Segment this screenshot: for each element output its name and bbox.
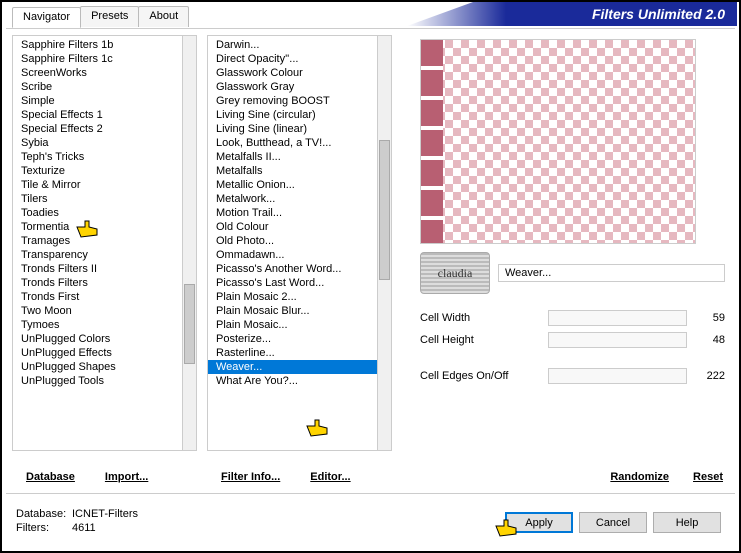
list-item[interactable]: Two Moon <box>13 304 196 318</box>
list-item[interactable]: Grey removing BOOST <box>208 94 391 108</box>
scroll-thumb[interactable] <box>379 140 390 280</box>
list-item[interactable]: Special Effects 1 <box>13 108 196 122</box>
list-item[interactable]: Darwin... <box>208 38 391 52</box>
list-item[interactable]: Tronds First <box>13 290 196 304</box>
list-item[interactable]: Tymoes <box>13 318 196 332</box>
list-item[interactable]: Direct Opacity''... <box>208 52 391 66</box>
filter-name-field[interactable]: Weaver... <box>498 264 725 282</box>
list-item[interactable]: Metalwork... <box>208 192 391 206</box>
footer-bar: Database:ICNET-Filters Filters:4611 Appl… <box>6 493 735 547</box>
tab-navigator[interactable]: Navigator <box>12 7 81 28</box>
filter-list-column: Darwin... Direct Opacity''... Glasswork … <box>201 35 396 491</box>
list-item[interactable]: UnPlugged Tools <box>13 374 196 388</box>
list-item[interactable]: Metalfalls <box>208 164 391 178</box>
watermark-badge: claudia <box>420 252 490 294</box>
list-item[interactable]: UnPlugged Effects <box>13 346 196 360</box>
preview-image <box>420 39 696 244</box>
slider-track[interactable] <box>548 332 687 348</box>
list-item[interactable]: Tilers <box>13 192 196 206</box>
slider-track[interactable] <box>548 368 687 384</box>
list-item[interactable]: Transparency <box>13 248 196 262</box>
list-item[interactable]: UnPlugged Colors <box>13 332 196 346</box>
list-item[interactable]: Living Sine (circular) <box>208 108 391 122</box>
list-item[interactable]: Motion Trail... <box>208 206 391 220</box>
list-item[interactable]: What Are You?... <box>208 374 391 388</box>
slider-cell-width[interactable]: Cell Width 59 <box>420 310 725 326</box>
list-item[interactable]: Tormentia <box>13 220 196 234</box>
category-list-column: Sapphire Filters 1b Sapphire Filters 1c … <box>6 35 201 491</box>
reset-link[interactable]: Reset <box>693 471 723 483</box>
list-item[interactable]: Rasterline... <box>208 346 391 360</box>
list-item[interactable]: Metalfalls II... <box>208 150 391 164</box>
list-item[interactable]: Look, Butthead, a TV!... <box>208 136 391 150</box>
apply-button[interactable]: Apply <box>505 512 573 533</box>
list-item[interactable]: Metallic Onion... <box>208 178 391 192</box>
slider-value: 59 <box>695 312 725 324</box>
footer-info: Database:ICNET-Filters Filters:4611 <box>16 507 138 535</box>
scrollbar[interactable] <box>377 35 392 451</box>
category-listbox[interactable]: Sapphire Filters 1b Sapphire Filters 1c … <box>12 35 197 451</box>
tab-about[interactable]: About <box>138 6 189 27</box>
slider-cell-height[interactable]: Cell Height 48 <box>420 332 725 348</box>
list-item[interactable]: Glasswork Gray <box>208 80 391 94</box>
scroll-thumb[interactable] <box>184 284 195 364</box>
list-item[interactable]: Tronds Filters II <box>13 262 196 276</box>
scrollbar[interactable] <box>182 35 197 451</box>
list-item[interactable]: Sybia <box>13 136 196 150</box>
list-item[interactable]: Sapphire Filters 1b <box>13 38 196 52</box>
list-item[interactable]: Tramages <box>13 234 196 248</box>
list-item[interactable]: Sapphire Filters 1c <box>13 52 196 66</box>
editor-link[interactable]: Editor... <box>310 471 350 483</box>
list-item[interactable]: Plain Mosaic 2... <box>208 290 391 304</box>
list-item[interactable]: Picasso's Last Word... <box>208 276 391 290</box>
list-item-selected[interactable]: Weaver... <box>208 360 391 374</box>
app-title: Filters Unlimited 2.0 <box>407 2 737 26</box>
titlebar: Navigator Presets About Filters Unlimite… <box>2 2 739 28</box>
list-item[interactable]: Tronds Filters <box>13 276 196 290</box>
slider-value: 222 <box>695 370 725 382</box>
import-link[interactable]: Import... <box>105 471 148 483</box>
tab-presets[interactable]: Presets <box>80 6 139 27</box>
list-item[interactable]: ScreenWorks <box>13 66 196 80</box>
list-item[interactable]: Simple <box>13 94 196 108</box>
filter-info-link[interactable]: Filter Info... <box>221 471 280 483</box>
tab-strip: Navigator Presets About <box>12 6 188 27</box>
list-item[interactable]: Teph's Tricks <box>13 150 196 164</box>
list-item[interactable]: Special Effects 2 <box>13 122 196 136</box>
preview-panel: claudia Weaver... Cell Width 59 Cell Hei… <box>396 35 735 491</box>
list-item[interactable]: Old Colour <box>208 220 391 234</box>
help-button[interactable]: Help <box>653 512 721 533</box>
list-item[interactable]: Scribe <box>13 80 196 94</box>
database-link[interactable]: Database <box>26 471 75 483</box>
list-item[interactable]: Texturize <box>13 164 196 178</box>
slider-track[interactable] <box>548 310 687 326</box>
slider-label: Cell Edges On/Off <box>420 370 540 382</box>
slider-label: Cell Width <box>420 312 540 324</box>
list-item[interactable]: Toadies <box>13 206 196 220</box>
list-item[interactable]: Living Sine (linear) <box>208 122 391 136</box>
cancel-button[interactable]: Cancel <box>579 512 647 533</box>
list-item[interactable]: Tile & Mirror <box>13 178 196 192</box>
list-item[interactable]: Plain Mosaic Blur... <box>208 304 391 318</box>
list-item[interactable]: UnPlugged Shapes <box>13 360 196 374</box>
list-item[interactable]: Ommadawn... <box>208 248 391 262</box>
randomize-link[interactable]: Randomize <box>610 471 669 483</box>
list-item[interactable]: Old Photo... <box>208 234 391 248</box>
list-item[interactable]: Plain Mosaic... <box>208 318 391 332</box>
slider-cell-edges[interactable]: Cell Edges On/Off 222 <box>420 368 725 384</box>
filter-listbox[interactable]: Darwin... Direct Opacity''... Glasswork … <box>207 35 392 451</box>
slider-value: 48 <box>695 334 725 346</box>
list-item[interactable]: Glasswork Colour <box>208 66 391 80</box>
slider-label: Cell Height <box>420 334 540 346</box>
list-item[interactable]: Posterize... <box>208 332 391 346</box>
list-item[interactable]: Picasso's Another Word... <box>208 262 391 276</box>
